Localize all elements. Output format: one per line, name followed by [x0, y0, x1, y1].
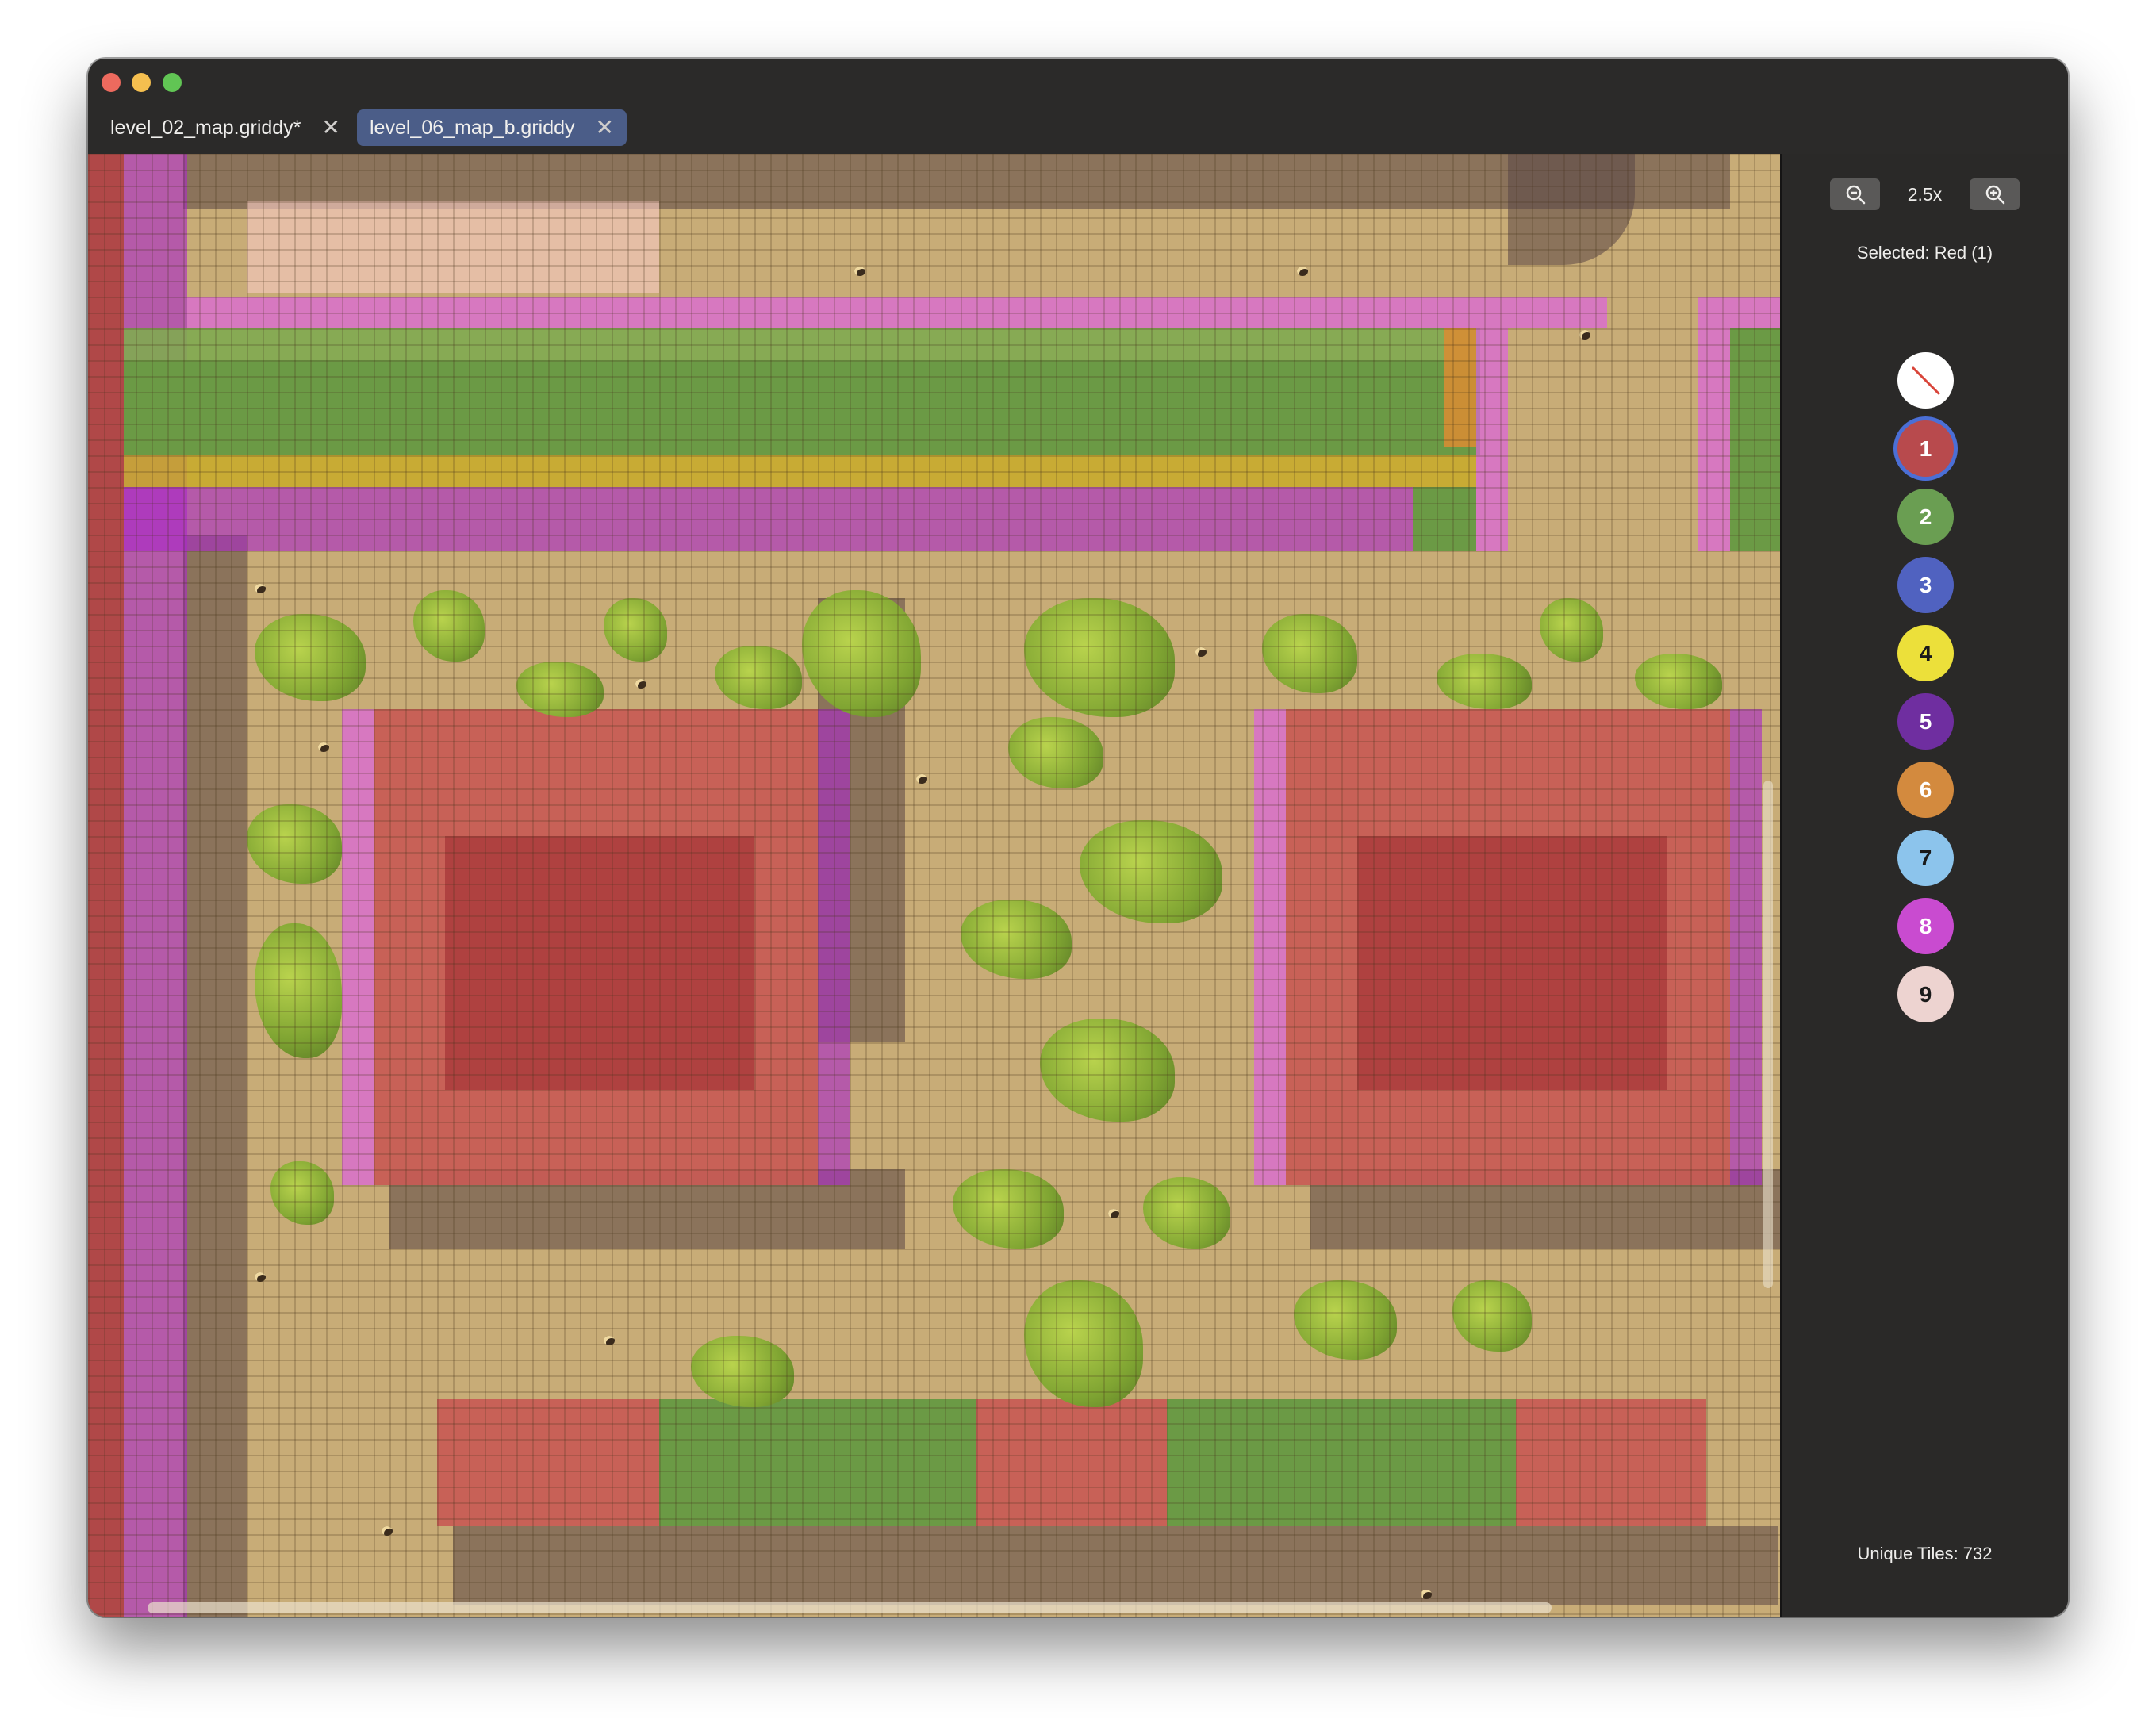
- palette-swatch-5[interactable]: 5: [1897, 693, 1954, 750]
- map-canvas[interactable]: [88, 154, 1780, 1617]
- zoom-in-icon: [1985, 185, 2004, 205]
- tile-grid-overlay: [88, 154, 1780, 1617]
- eraser-slash-icon: [1912, 366, 1939, 394]
- app-window: level_02_map.griddy* ✕ level_06_map_b.gr…: [88, 59, 2068, 1617]
- palette-sidebar: 2.5x Selected: Red (1) 1 2 3 4 5 6 7 8 9…: [1780, 154, 2068, 1617]
- tab-label: level_02_map.griddy*: [110, 116, 301, 139]
- palette-swatch-4[interactable]: 4: [1897, 625, 1954, 681]
- palette-swatch-9[interactable]: 9: [1897, 966, 1954, 1022]
- zoom-out-button[interactable]: [1830, 178, 1880, 210]
- unique-tiles-count: Unique Tiles: 732: [1857, 1544, 1993, 1563]
- palette-swatch-none[interactable]: [1897, 352, 1954, 409]
- selected-color-label: Selected: Red (1): [1856, 243, 1993, 263]
- title-bar: level_02_map.griddy* ✕ level_06_map_b.gr…: [88, 59, 2068, 154]
- window-close-button[interactable]: [102, 73, 121, 92]
- zoom-in-button[interactable]: [1970, 178, 2020, 210]
- tab-close-icon[interactable]: ✕: [596, 117, 614, 139]
- palette-swatch-6[interactable]: 6: [1897, 762, 1954, 818]
- zoom-level-readout: 2.5x: [1907, 183, 1943, 205]
- palette-swatch-1[interactable]: 1: [1897, 420, 1954, 477]
- tab-close-icon[interactable]: ✕: [321, 117, 340, 139]
- palette-swatch-7[interactable]: 7: [1897, 830, 1954, 886]
- window-maximize-button[interactable]: [163, 73, 182, 92]
- window-minimize-button[interactable]: [132, 73, 151, 92]
- tab-level-02[interactable]: level_02_map.griddy* ✕: [98, 109, 343, 146]
- palette-swatch-3[interactable]: 3: [1897, 557, 1954, 613]
- zoom-out-icon: [1846, 185, 1865, 205]
- palette-swatch-8[interactable]: 8: [1897, 898, 1954, 954]
- tab-label: level_06_map_b.griddy: [370, 116, 575, 139]
- vertical-scrollbar[interactable]: [1763, 781, 1773, 1288]
- tab-level-06[interactable]: level_06_map_b.griddy ✕: [357, 109, 627, 146]
- palette-swatch-2[interactable]: 2: [1897, 489, 1954, 545]
- horizontal-scrollbar[interactable]: [148, 1602, 1552, 1613]
